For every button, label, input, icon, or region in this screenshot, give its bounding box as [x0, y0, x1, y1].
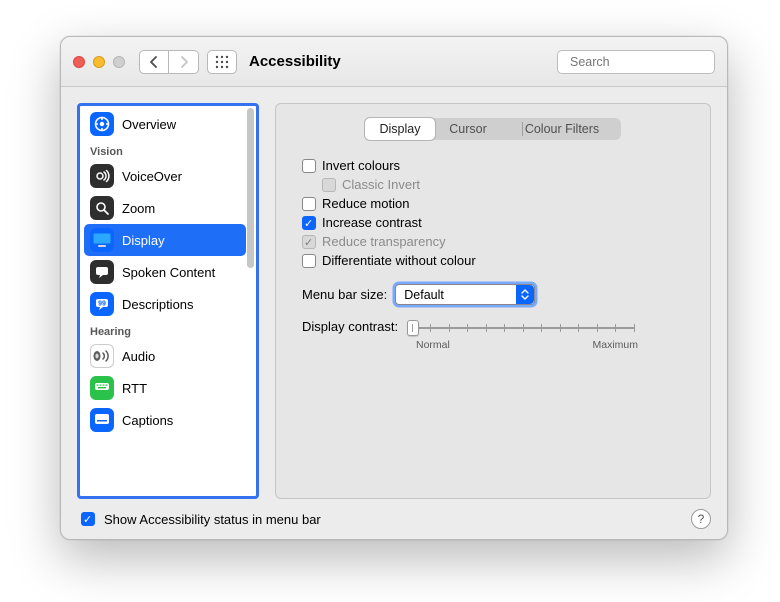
check-increase-contrast[interactable]: Increase contrast	[302, 215, 692, 230]
display-contrast-slider[interactable]	[412, 319, 634, 337]
check-invert-colours[interactable]: Invert colours	[302, 158, 692, 173]
captions-icon	[90, 408, 114, 432]
label: Invert colours	[322, 158, 400, 173]
check-classic-invert: Classic Invert	[322, 177, 692, 192]
menubar-size-select[interactable]: Default	[395, 284, 535, 305]
select-stepper-icon	[516, 285, 534, 304]
display-icon	[90, 228, 114, 252]
sidebar-heading: Hearing	[84, 320, 246, 340]
label: Classic Invert	[342, 177, 420, 192]
sidebar-item-label: Descriptions	[122, 297, 194, 312]
search-field[interactable]	[557, 50, 715, 74]
check-differentiate-colour[interactable]: Differentiate without colour	[302, 253, 692, 268]
spoken-icon	[90, 260, 114, 284]
sidebar-item-label: Display	[122, 233, 165, 248]
label: Increase contrast	[322, 215, 422, 230]
audio-icon	[90, 344, 114, 368]
preferences-window: Accessibility Overview Vision VoiceOver Zoo…	[60, 36, 728, 540]
rtt-icon	[90, 376, 114, 400]
check-reduce-transparency: Reduce transparency	[302, 234, 692, 249]
check-reduce-transparency-box	[302, 235, 316, 249]
checkbox-group: Invert colours Classic Invert Reduce mot…	[294, 158, 692, 268]
sidebar-item-label: RTT	[122, 381, 147, 396]
tab-colour-filters[interactable]: Colour Filters	[501, 118, 623, 140]
window-body: Overview Vision VoiceOver Zoom Display Spoken…	[61, 87, 727, 499]
descriptions-icon: 99	[90, 292, 114, 316]
check-classic-invert-box	[322, 178, 336, 192]
overview-icon	[90, 112, 114, 136]
check-invert-colours-box[interactable]	[302, 159, 316, 173]
help-button[interactable]: ?	[691, 509, 711, 529]
grid-icon	[215, 55, 229, 69]
sidebar-item-display[interactable]: Display	[84, 224, 246, 256]
sidebar-item-rtt[interactable]: RTT	[84, 372, 246, 404]
close-window-button[interactable]	[73, 56, 85, 68]
sidebar-item-zoom[interactable]: Zoom	[84, 192, 246, 224]
search-input[interactable]	[568, 54, 733, 70]
minimize-window-button[interactable]	[93, 56, 105, 68]
menubar-size-row: Menu bar size: Default	[294, 284, 692, 305]
label: Reduce motion	[322, 196, 409, 211]
zoom-window-button[interactable]	[113, 56, 125, 68]
tab-display[interactable]: Display	[364, 117, 436, 141]
nav-buttons	[139, 50, 199, 74]
sidebar-item-label: Audio	[122, 349, 155, 364]
sidebar-item-label: Zoom	[122, 201, 155, 216]
sidebar-item-captions[interactable]: Captions	[84, 404, 246, 436]
check-differentiate-colour-box[interactable]	[302, 254, 316, 268]
back-button[interactable]	[139, 50, 169, 74]
menubar-size-value: Default	[404, 288, 444, 302]
sidebar-item-label: Spoken Content	[122, 265, 215, 280]
status-menubar-checkbox[interactable]	[81, 512, 95, 526]
sidebar-item-label: Overview	[122, 117, 176, 132]
voiceover-icon	[90, 164, 114, 188]
window-controls	[73, 56, 125, 68]
sidebar-heading: Vision	[84, 140, 246, 160]
sidebar-item-voiceover[interactable]: VoiceOver	[84, 160, 246, 192]
display-contrast-label: Display contrast:	[302, 319, 408, 334]
label: Differentiate without colour	[322, 253, 476, 268]
toolbar: Accessibility	[61, 37, 727, 87]
sidebar-item-spoken-content[interactable]: Spoken Content	[84, 256, 246, 288]
show-all-button[interactable]	[207, 50, 237, 74]
status-menubar-label[interactable]: Show Accessibility status in menu bar	[104, 512, 321, 527]
scrollbar-thumb[interactable]	[247, 108, 254, 268]
check-reduce-motion-box[interactable]	[302, 197, 316, 211]
menubar-size-label: Menu bar size:	[302, 287, 387, 302]
label: Reduce transparency	[322, 234, 446, 249]
slider-min-label: Normal	[416, 339, 450, 351]
svg-text:99: 99	[98, 301, 106, 308]
content-panel: Display Cursor Colour Filters Invert col…	[275, 103, 711, 499]
check-increase-contrast-box[interactable]	[302, 216, 316, 230]
check-reduce-motion[interactable]: Reduce motion	[302, 196, 692, 211]
tab-group: Display Cursor Colour Filters	[365, 118, 621, 140]
chevron-left-icon	[149, 56, 159, 68]
sidebar-item-audio[interactable]: Audio	[84, 340, 246, 372]
display-contrast-row: Display contrast: Normal Maximum	[294, 319, 692, 351]
zoom-icon	[90, 196, 114, 220]
slider-max-label: Maximum	[592, 339, 638, 351]
tab-cursor[interactable]: Cursor	[435, 118, 501, 140]
sidebar-item-label: VoiceOver	[122, 169, 182, 184]
footer: Show Accessibility status in menu bar ?	[61, 499, 727, 539]
forward-button[interactable]	[169, 50, 199, 74]
sidebar-item-label: Captions	[122, 413, 173, 428]
chevron-right-icon	[179, 56, 189, 68]
sidebar: Overview Vision VoiceOver Zoom Display Spoken…	[77, 103, 259, 499]
sidebar-item-overview[interactable]: Overview	[84, 108, 246, 140]
slider-knob[interactable]	[407, 320, 419, 336]
sidebar-item-descriptions[interactable]: 99 Descriptions	[84, 288, 246, 320]
window-title: Accessibility	[249, 53, 341, 70]
